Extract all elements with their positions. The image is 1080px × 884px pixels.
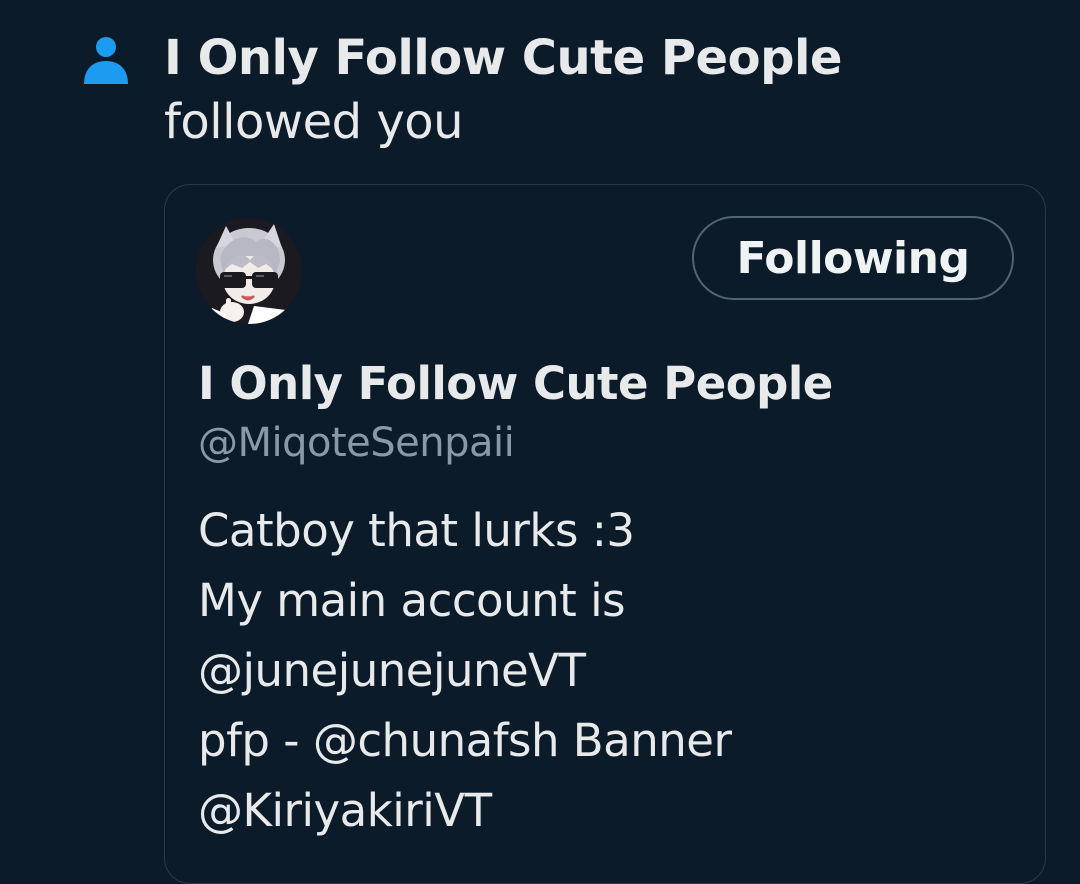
profile-handle[interactable]: @MiqoteSenpaii [198, 416, 515, 470]
bio-line: @KiriyakiriVT [198, 784, 492, 837]
bio-line: My main account is [198, 574, 626, 627]
following-button[interactable]: Following [692, 216, 1014, 300]
notification-text: I Only Follow Cute People followed you [164, 26, 1044, 154]
follow-notification[interactable]: I Only Follow Cute People followed you F… [0, 0, 1080, 884]
notification-action-text: followed you [164, 94, 464, 150]
bio-line: pfp - @chunafsh Banner [198, 714, 732, 767]
profile-display-name[interactable]: I Only Follow Cute People [198, 354, 833, 414]
actor-name-link[interactable]: I Only Follow Cute People [164, 30, 842, 86]
bio-line: Catboy that lurks :3 [198, 504, 635, 557]
bio-line: @junejunejuneVT [198, 644, 586, 697]
profile-bio: Catboy that lurks :3 My main account is … [198, 496, 1018, 846]
avatar-image [196, 218, 302, 324]
avatar[interactable] [196, 218, 302, 324]
person-icon [84, 37, 128, 84]
